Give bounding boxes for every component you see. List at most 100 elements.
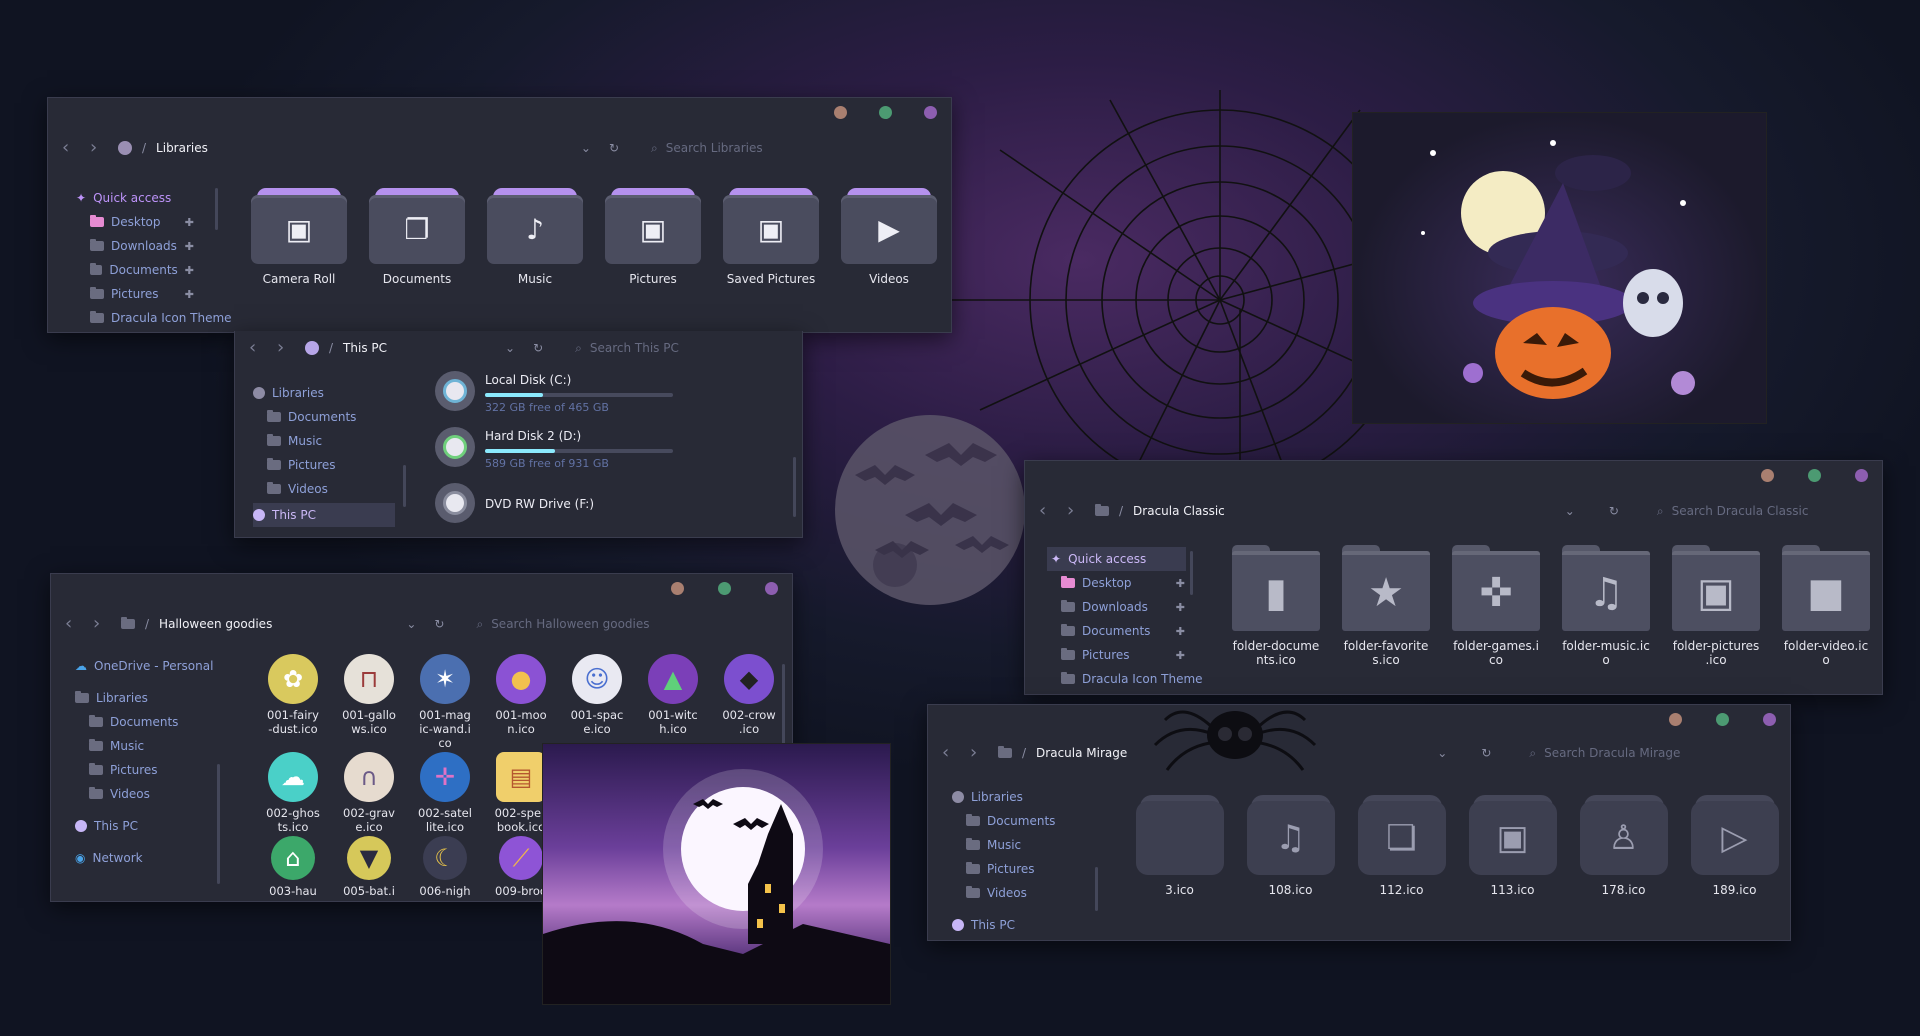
nav-item-pictures[interactable]: Pictures ✚ (76, 282, 200, 306)
file-006-night[interactable]: ☾ 006-nigh (407, 836, 483, 898)
nav-item-libraries[interactable]: Libraries (253, 381, 395, 405)
nav-item-videos[interactable]: Videos (253, 477, 395, 501)
folder-games-ico[interactable]: ✜ folder-games.i co (1441, 545, 1551, 667)
nav-item-pictures[interactable]: Pictures (952, 857, 1055, 881)
file-002-satellite[interactable]: ✛ 002-satel lite.ico (407, 752, 483, 834)
search-input[interactable]: Search Libraries (666, 141, 763, 155)
close-button[interactable] (1855, 469, 1868, 482)
back-arrow-icon[interactable]: ‹ (249, 339, 267, 357)
close-button[interactable] (765, 582, 778, 595)
refresh-icon[interactable]: ↻ (1481, 746, 1491, 760)
back-arrow-icon[interactable]: ‹ (62, 139, 80, 157)
folder-3-ico[interactable]: 3.ico (1124, 795, 1235, 897)
maximize-button[interactable] (879, 106, 892, 119)
file-001-space[interactable]: ☺ 001-spac e.ico (559, 654, 635, 750)
folder-music-ico[interactable]: ♫ folder-music.ic o (1551, 545, 1661, 667)
nav-item-documents[interactable]: Documents (952, 809, 1055, 833)
nav-item-desktop[interactable]: Desktop ✚ (76, 210, 200, 234)
folder-documents-ico[interactable]: ▮ folder-docume nts.ico (1221, 545, 1331, 667)
file-001-witch[interactable]: ▲ 001-witc h.ico (635, 654, 711, 750)
folder-music[interactable]: ♪ Music (476, 188, 594, 286)
folder-favorites-ico[interactable]: ★ folder-favorite s.ico (1331, 545, 1441, 667)
file-002-crow[interactable]: ◆ 002-crow .ico (711, 654, 787, 750)
nav-item-pictures[interactable]: Pictures ✚ (1047, 643, 1191, 667)
search-input[interactable]: Search Halloween goodies (491, 617, 649, 631)
nav-item-libraries[interactable]: Libraries (952, 785, 1055, 809)
nav-item-videos[interactable]: Videos (75, 782, 213, 806)
nav-item-music[interactable]: Music (952, 833, 1055, 857)
file-001-gallows[interactable]: ⊓ 001-gallo ws.ico (331, 654, 407, 750)
folder-113-ico[interactable]: ▣ 113.ico (1457, 795, 1568, 897)
nav-item-documents[interactable]: Documents (253, 405, 395, 429)
drive-local-disk-c[interactable]: Local Disk (C:) 322 GB free of 465 GB (435, 371, 673, 414)
refresh-icon[interactable]: ↻ (1609, 504, 1619, 518)
nav-scrollbar[interactable] (215, 188, 218, 230)
back-arrow-icon[interactable]: ‹ (942, 744, 960, 762)
nav-item-dracula-icon-theme[interactable]: Dracula Icon Theme (1047, 667, 1207, 691)
nav-item-music[interactable]: Music (75, 734, 213, 758)
breadcrumb[interactable]: This PC (343, 341, 387, 355)
file-002-grave[interactable]: ∩ 002-grav e.ico (331, 752, 407, 834)
search-input[interactable]: Search This PC (590, 341, 679, 355)
nav-item-downloads[interactable]: Downloads ✚ (1047, 595, 1191, 619)
nav-item-documents[interactable]: Documents (75, 710, 213, 734)
maximize-button[interactable] (1808, 469, 1821, 482)
minimize-button[interactable] (1669, 713, 1682, 726)
nav-item-libraries[interactable]: Libraries (75, 686, 213, 710)
file-003-haunted[interactable]: ⌂ 003-hau (255, 836, 331, 898)
nav-item-this-pc[interactable]: This PC (253, 503, 395, 527)
folder-pictures-ico[interactable]: ▣ folder-pictures .ico (1661, 545, 1771, 667)
folder-pictures[interactable]: ▣ Pictures (594, 188, 712, 286)
close-button[interactable] (1763, 713, 1776, 726)
back-arrow-icon[interactable]: ‹ (65, 615, 83, 633)
search-box[interactable]: ⌕ Search Libraries (651, 141, 951, 156)
chevron-down-icon[interactable]: ⌄ (505, 341, 515, 355)
folder-112-ico[interactable]: ❏ 112.ico (1346, 795, 1457, 897)
search-box[interactable]: ⌕ Search Dracula Mirage (1529, 746, 1680, 761)
nav-item-this-pc[interactable]: This PC (952, 913, 1055, 937)
chevron-down-icon[interactable]: ⌄ (581, 141, 591, 155)
search-box[interactable]: ⌕ Search Dracula Classic (1657, 504, 1809, 519)
search-box[interactable]: ⌕ Search This PC (575, 341, 679, 356)
folder-videos[interactable]: ▶ Videos (830, 188, 948, 286)
maximize-button[interactable] (718, 582, 731, 595)
forward-arrow-icon[interactable]: › (970, 744, 988, 762)
file-001-magic-wand[interactable]: ✶ 001-mag ic-wand.i co (407, 654, 483, 750)
nav-item-dracula-icon-theme[interactable]: Dracula Icon Theme (76, 306, 232, 330)
search-input[interactable]: Search Dracula Mirage (1544, 746, 1680, 760)
folder-documents[interactable]: ❐ Documents (358, 188, 476, 286)
breadcrumb[interactable]: Halloween goodies (159, 617, 272, 631)
drive-dvd-rw-f[interactable]: DVD RW Drive (F:) (435, 483, 594, 523)
folder-camera-roll[interactable]: ▣ Camera Roll (240, 188, 358, 286)
nav-scrollbar[interactable] (217, 764, 220, 884)
minimize-button[interactable] (671, 582, 684, 595)
forward-arrow-icon[interactable]: › (90, 139, 108, 157)
minimize-button[interactable] (834, 106, 847, 119)
refresh-icon[interactable]: ↻ (533, 341, 543, 355)
breadcrumb[interactable]: Dracula Classic (1133, 504, 1225, 518)
maximize-button[interactable] (1716, 713, 1729, 726)
nav-item-downloads[interactable]: Downloads ✚ (76, 234, 200, 258)
close-button[interactable] (924, 106, 937, 119)
nav-item-pictures[interactable]: Pictures (253, 453, 395, 477)
nav-item-pictures[interactable]: Pictures (75, 758, 213, 782)
folder-178-ico[interactable]: ♙ 178.ico (1568, 795, 1679, 897)
file-001-fairy-dust[interactable]: ✿ 001-fairy -dust.ico (255, 654, 331, 750)
chevron-down-icon[interactable]: ⌄ (1437, 746, 1447, 760)
file-001-moon[interactable]: ● 001-moo n.ico (483, 654, 559, 750)
folder-saved-pictures[interactable]: ▣ Saved Pictures (712, 188, 830, 286)
nav-item-quick-access[interactable]: ✦ Quick access (1047, 547, 1186, 571)
breadcrumb[interactable]: Dracula Mirage (1036, 746, 1127, 760)
nav-item-documents[interactable]: Documents ✚ (76, 258, 200, 282)
nav-scrollbar[interactable] (1190, 551, 1193, 595)
search-box[interactable]: ⌕ Search Halloween goodies (476, 617, 649, 632)
file-002-ghosts[interactable]: ☁ 002-ghos ts.ico (255, 752, 331, 834)
folder-video-ico[interactable]: ■ folder-video.ic o (1771, 545, 1881, 667)
nav-scrollbar[interactable] (1095, 867, 1098, 911)
nav-item-documents[interactable]: Documents ✚ (1047, 619, 1191, 643)
forward-arrow-icon[interactable]: › (93, 615, 111, 633)
nav-item-music[interactable]: Music (253, 429, 395, 453)
nav-item-network[interactable]: ◉ Network (75, 846, 213, 870)
chevron-down-icon[interactable]: ⌄ (406, 617, 416, 631)
refresh-icon[interactable]: ↻ (434, 617, 444, 631)
